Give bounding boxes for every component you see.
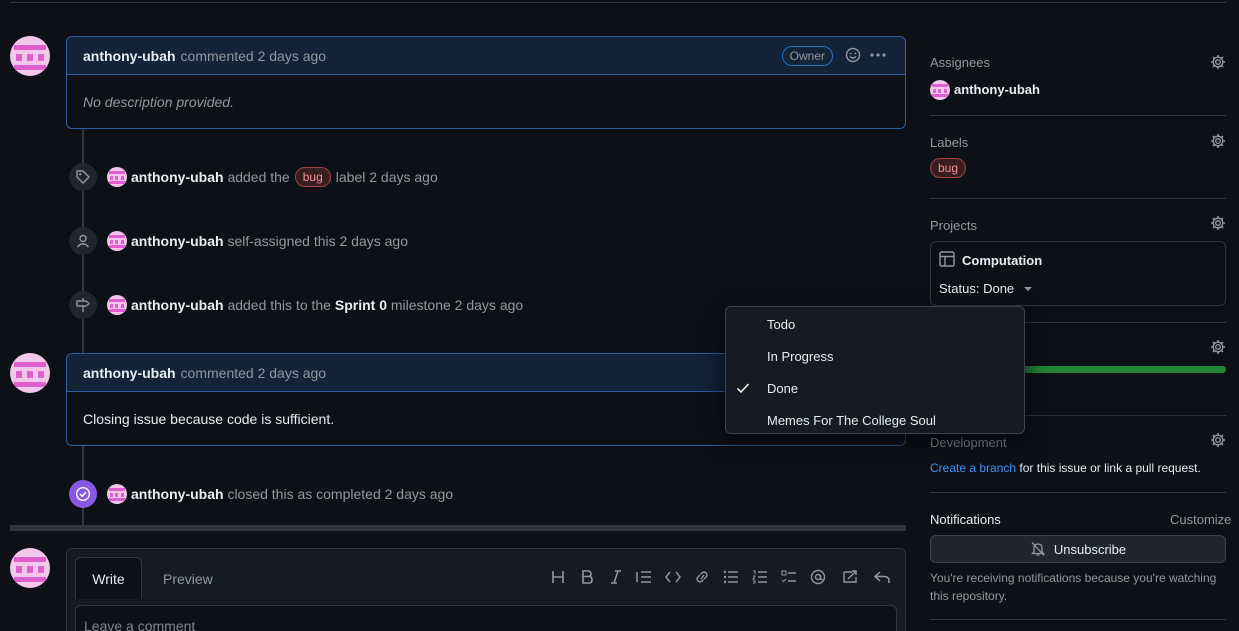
issue-page: anthony-ubah commented 2 days ago Owner … <box>0 0 1239 631</box>
event-actor[interactable]: anthony-ubah <box>131 486 224 502</box>
avatar[interactable] <box>107 484 127 504</box>
notifications-note: You're receiving notifications because y… <box>930 571 1217 603</box>
event-actor[interactable]: anthony-ubah <box>131 297 224 313</box>
sidebar-divider <box>930 619 1226 620</box>
comment-body: No description provided. <box>83 94 234 110</box>
kebab-menu-icon[interactable] <box>869 47 887 66</box>
bold-icon[interactable] <box>576 568 598 586</box>
bell-slash-icon <box>1030 541 1046 557</box>
event-text: milestone 2 days ago <box>390 297 524 313</box>
unordered-list-icon[interactable] <box>720 568 742 586</box>
status-option-todo[interactable]: Todo <box>726 308 1024 340</box>
gear-icon[interactable] <box>1210 54 1226 73</box>
development-text: Create a branch for this issue or link a… <box>930 461 1201 475</box>
comment-card: anthony-ubah commented 2 days ago Owner … <box>66 36 906 129</box>
smiley-icon[interactable] <box>845 47 861 66</box>
mention-icon[interactable] <box>807 568 829 586</box>
person-icon <box>69 227 97 255</box>
option-label: In Progress <box>767 348 834 364</box>
comment-author[interactable]: anthony-ubah <box>83 48 176 64</box>
assignees-heading: Assignees <box>930 55 990 70</box>
tag-icon <box>69 163 97 191</box>
event-text: closed this as completed 2 days ago <box>227 486 454 502</box>
sidebar-divider <box>930 198 1226 199</box>
project-status-button[interactable]: Status: Done <box>939 281 1033 296</box>
status-option-in-progress[interactable]: In Progress <box>726 340 1024 372</box>
event-text: label 2 days ago <box>335 169 438 185</box>
quote-icon[interactable] <box>633 568 655 586</box>
gear-icon[interactable] <box>1210 339 1226 358</box>
comment-meta[interactable]: commented 2 days ago <box>181 365 327 381</box>
project-name[interactable]: Computation <box>962 253 1042 268</box>
assignee-name[interactable]: anthony-ubah <box>954 82 1040 97</box>
customize-link[interactable]: Customize <box>1170 512 1231 527</box>
gear-icon[interactable] <box>1210 215 1226 234</box>
avatar[interactable] <box>107 167 127 187</box>
avatar[interactable] <box>10 548 50 588</box>
bug-label[interactable]: bug <box>294 167 331 187</box>
sidebar-divider <box>930 492 1226 493</box>
status-dropdown-menu: Todo In Progress Done Memes For The Coll… <box>725 306 1025 434</box>
check-icon <box>736 381 750 395</box>
cross-reference-icon[interactable] <box>839 568 861 586</box>
milestone-icon <box>69 291 97 319</box>
top-divider <box>10 2 1226 3</box>
event-actor[interactable]: anthony-ubah <box>131 233 224 249</box>
heading-icon[interactable] <box>547 568 569 586</box>
avatar[interactable] <box>107 231 127 251</box>
status-option-memes[interactable]: Memes For The College Soul <box>726 404 1024 436</box>
triangle-down-icon <box>1023 281 1033 296</box>
code-icon[interactable] <box>662 568 684 586</box>
option-label: Memes For The College Soul <box>767 412 936 428</box>
event-text: added the <box>227 169 290 185</box>
avatar[interactable] <box>107 295 127 315</box>
task-list-icon[interactable] <box>778 568 800 586</box>
tab-preview[interactable]: Preview <box>163 571 213 587</box>
avatar[interactable] <box>930 80 950 100</box>
event-milestone-added: anthony-ubah added this to the Sprint 0 … <box>131 294 523 316</box>
timeline-end-divider <box>10 525 906 531</box>
comment-author[interactable]: anthony-ubah <box>83 365 176 381</box>
event-actor[interactable]: anthony-ubah <box>131 169 224 185</box>
comment-editor: Write Preview Leave a comment <box>66 548 906 631</box>
unsubscribe-label: Unsubscribe <box>1053 541 1127 557</box>
event-closed: anthony-ubah closed this as completed 2 … <box>131 483 453 505</box>
event-self-assigned: anthony-ubah self-assigned this 2 days a… <box>131 230 408 252</box>
milestone-link[interactable]: Sprint 0 <box>335 297 387 313</box>
italic-icon[interactable] <box>605 568 627 586</box>
avatar[interactable] <box>10 353 50 393</box>
comment-header: anthony-ubah commented 2 days ago Owner <box>67 37 905 75</box>
labels-heading: Labels <box>930 135 969 150</box>
comment-textarea[interactable]: Leave a comment <box>75 605 897 631</box>
projects-heading: Projects <box>930 218 977 233</box>
comment-meta[interactable]: commented 2 days ago <box>181 48 327 64</box>
reply-icon[interactable] <box>871 568 893 586</box>
owner-badge: Owner <box>781 46 833 66</box>
link-icon[interactable] <box>691 568 713 586</box>
option-label: Todo <box>767 316 796 332</box>
status-option-done[interactable]: Done <box>726 372 1024 404</box>
ordered-list-icon[interactable] <box>749 568 771 586</box>
bug-label[interactable]: bug <box>930 158 967 178</box>
development-rest: for this issue or link a pull request. <box>1019 461 1201 475</box>
project-card: Computation Status: Done <box>930 241 1226 306</box>
event-text: self-assigned this 2 days ago <box>227 233 408 249</box>
avatar[interactable] <box>10 36 50 76</box>
sidebar-divider <box>930 115 1226 116</box>
gear-icon[interactable] <box>1210 432 1226 451</box>
unsubscribe-button[interactable]: Unsubscribe <box>930 535 1226 563</box>
development-heading: Development <box>930 435 1007 450</box>
event-label-added: anthony-ubah added the bug label 2 days … <box>131 166 438 188</box>
table-icon <box>939 251 955 270</box>
closed-check-icon <box>69 480 97 508</box>
create-branch-link[interactable]: Create a branch <box>930 461 1016 475</box>
tab-write[interactable]: Write <box>75 557 142 599</box>
milestone-progress-bar <box>1020 366 1226 373</box>
gear-icon[interactable] <box>1210 133 1226 152</box>
project-status: Status: Done <box>939 281 1015 296</box>
option-label: Done <box>767 380 799 396</box>
notifications-heading: Notifications <box>930 512 1001 527</box>
event-text: added this to the <box>227 297 331 313</box>
